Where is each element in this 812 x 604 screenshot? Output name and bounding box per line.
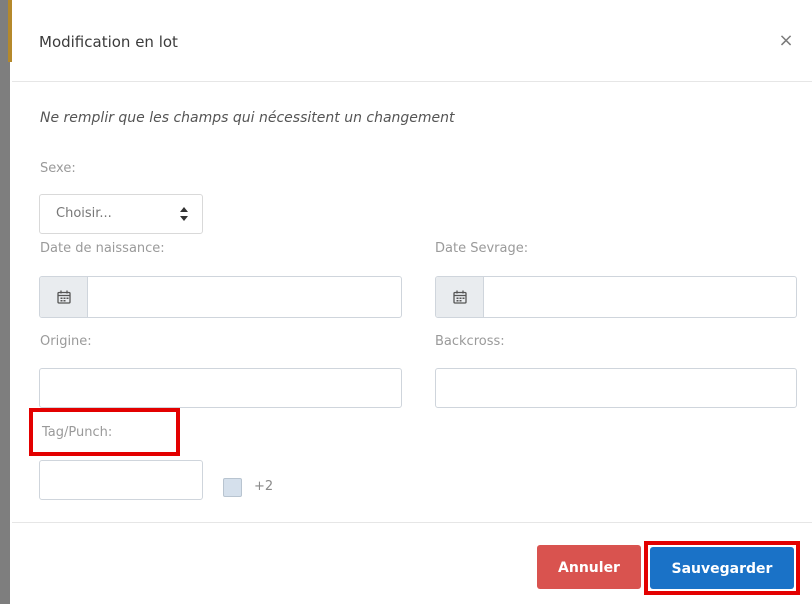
origine-label: Origine: [40, 334, 92, 349]
sexe-select[interactable]: Choisir... [39, 194, 203, 234]
date-naissance-field [39, 276, 402, 318]
backcross-input[interactable] [435, 368, 797, 408]
calendar-icon [453, 290, 467, 304]
cancel-button[interactable]: Annuler [537, 545, 641, 589]
sort-arrows-icon [180, 207, 188, 221]
plus-two-checkbox[interactable] [223, 478, 242, 497]
close-icon: × [778, 30, 794, 51]
date-sevrage-calendar-button[interactable] [436, 277, 484, 317]
tag-punch-input[interactable] [39, 460, 203, 500]
date-sevrage-label: Date Sevrage: [435, 241, 529, 256]
date-naissance-calendar-button[interactable] [40, 277, 88, 317]
instruction-text: Ne remplir que les champs qui nécessiten… [40, 110, 455, 126]
origine-input[interactable] [39, 368, 402, 408]
date-sevrage-input[interactable] [485, 277, 796, 317]
sexe-select-value: Choisir... [56, 206, 112, 221]
batch-edit-modal: Modification en lot × Ne remplir que les… [12, 0, 812, 604]
backcross-label: Backcross: [435, 334, 505, 349]
page-backdrop [0, 0, 10, 604]
modal-title: Modification en lot [39, 33, 178, 51]
tag-punch-label: Tag/Punch: [42, 425, 113, 440]
footer-divider [12, 522, 812, 523]
sexe-label: Sexe: [40, 161, 76, 176]
date-sevrage-field [435, 276, 797, 318]
date-naissance-input[interactable] [89, 277, 401, 317]
modal-header: Modification en lot × [12, 0, 812, 82]
close-button[interactable]: × [776, 31, 796, 51]
date-naissance-label: Date de naissance: [40, 241, 165, 256]
plus-two-label: +2 [254, 479, 274, 494]
save-button[interactable]: Sauvegarder [650, 547, 794, 589]
calendar-icon [57, 290, 71, 304]
screen: Modification en lot × Ne remplir que les… [0, 0, 812, 604]
